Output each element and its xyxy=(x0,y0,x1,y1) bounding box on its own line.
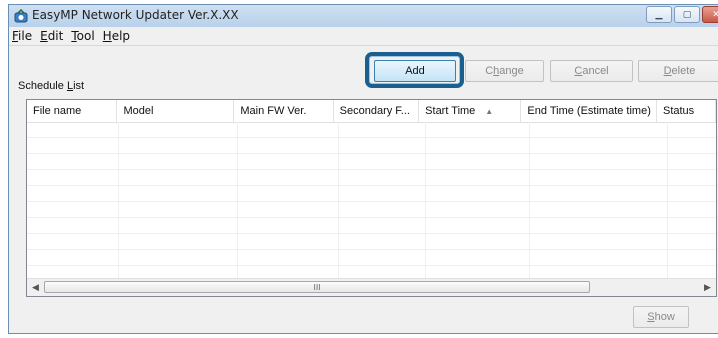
table-row xyxy=(27,154,716,170)
table-row xyxy=(27,170,716,186)
column-header-model[interactable]: Model xyxy=(117,100,235,122)
table-row xyxy=(27,218,716,234)
menu-tool-label: ool xyxy=(76,29,95,43)
menu-edit[interactable]: Edit xyxy=(38,27,69,45)
change-label-a: C xyxy=(485,65,494,77)
window-title: EasyMP Network Updater Ver.X.XX xyxy=(32,8,239,22)
menu-file-label: ile xyxy=(18,29,33,43)
menu-edit-label: dit xyxy=(47,29,64,43)
menu-edit-mnemonic: E xyxy=(40,29,48,43)
table-body xyxy=(27,122,716,282)
app-window: EasyMP Network Updater Ver.X.XX ▁ ▢ ✕ Fi… xyxy=(8,4,718,334)
close-icon[interactable]: ✕ xyxy=(702,6,718,23)
column-label: File name xyxy=(33,105,82,117)
column-header-start-time[interactable]: Start Time ▲ xyxy=(419,100,522,122)
table-row xyxy=(27,202,716,218)
menu-help-label: elp xyxy=(111,29,131,43)
menu-help[interactable]: Help xyxy=(101,27,136,45)
schedule-label-text: Schedule xyxy=(18,80,67,92)
menu-bar: File Edit Tool Help xyxy=(9,27,718,45)
maximize-icon[interactable]: ▢ xyxy=(674,6,700,23)
change-label-b: ange xyxy=(499,65,524,77)
column-label: End Time (Estimate time) xyxy=(527,105,651,117)
schedule-label-text-end: ist xyxy=(73,80,85,92)
show-button[interactable]: Show xyxy=(633,306,689,328)
app-icon xyxy=(14,8,28,23)
schedule-table[interactable]: File name Model Main FW Ver. Secondary F… xyxy=(26,99,717,297)
column-header-end-time[interactable]: End Time (Estimate time) xyxy=(521,100,657,122)
table-row xyxy=(27,122,716,138)
add-button-highlight xyxy=(365,52,464,88)
scroll-left-icon[interactable]: ◀ xyxy=(27,279,44,296)
change-button[interactable]: Ch ange xyxy=(465,60,544,82)
horizontal-scrollbar[interactable]: ◀ III ▶ xyxy=(27,278,716,296)
column-label: Status xyxy=(662,105,695,117)
table-row xyxy=(27,250,716,266)
scroll-grip-icon: III xyxy=(313,282,321,292)
cancel-label: ancel xyxy=(582,65,609,77)
delete-label-mnemonic: D xyxy=(663,65,672,77)
table-row xyxy=(27,234,716,250)
column-header-secondary-fw[interactable]: Secondary F... xyxy=(334,100,420,122)
minimize-icon[interactable]: ▁ xyxy=(646,6,672,23)
column-header-status[interactable]: Status xyxy=(657,100,716,122)
column-label: Secondary F... xyxy=(339,105,410,117)
column-header-main-fw[interactable]: Main FW Ver. xyxy=(234,100,334,122)
menu-file[interactable]: File xyxy=(9,27,38,45)
table-header: File name Model Main FW Ver. Secondary F… xyxy=(27,100,716,123)
column-label: Start Time xyxy=(425,105,476,117)
menu-help-mnemonic: H xyxy=(102,29,112,43)
title-bar: EasyMP Network Updater Ver.X.XX ▁ ▢ ✕ xyxy=(9,5,718,28)
delete-button[interactable]: Delete xyxy=(638,60,718,82)
menu-tool[interactable]: Tool xyxy=(69,27,100,45)
schedule-list-label: Schedule List xyxy=(18,80,84,92)
cancel-button[interactable]: Cancel xyxy=(550,60,633,82)
sort-ascending-icon: ▲ xyxy=(485,107,494,116)
table-row xyxy=(27,138,716,154)
scroll-right-icon[interactable]: ▶ xyxy=(699,279,716,296)
column-header-file-name[interactable]: File name xyxy=(27,100,118,122)
show-label: how xyxy=(654,311,675,323)
column-label: Model xyxy=(123,105,154,117)
table-row xyxy=(27,186,716,202)
column-label: Main FW Ver. xyxy=(240,105,307,117)
main-content: Schedule List Add Ch ange Cancel Delete F… xyxy=(9,45,718,333)
show-label-mnemonic: S xyxy=(647,311,655,323)
window-controls: ▁ ▢ ✕ xyxy=(646,6,718,23)
delete-label: elete xyxy=(671,65,696,77)
scroll-thumb[interactable]: III xyxy=(44,281,590,293)
cancel-label-mnemonic: C xyxy=(574,65,583,77)
